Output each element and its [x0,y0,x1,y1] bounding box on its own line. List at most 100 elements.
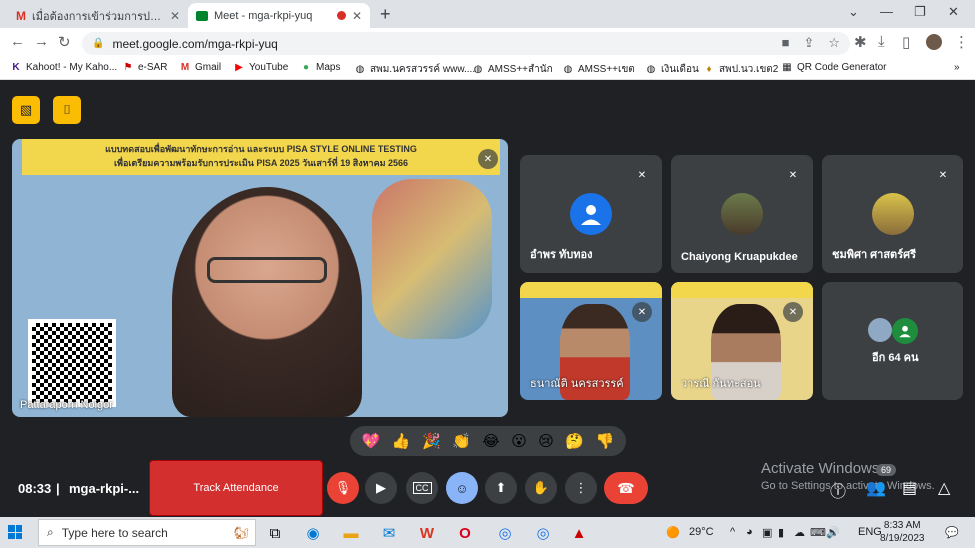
pdf-reader-icon[interactable]: ▲ [568,522,590,544]
notifications-icon[interactable]: 💬 [945,526,959,539]
emoji-button[interactable]: ☺ [446,472,478,504]
participant-name: อำพร ทับทอง [530,249,593,261]
share-icon[interactable]: ⇪ [803,35,814,51]
mic-off-button[interactable]: 🎙 [327,472,359,504]
back-icon[interactable]: ← [10,33,25,50]
bookmark-item[interactable]: ▶ YouTube [233,62,288,73]
sidebar-icon[interactable]: ▯ [902,33,910,51]
bookmark-label: Gmail [195,62,222,73]
taskbar-search-input[interactable]: ⌕ Type here to search 🐿 [38,519,256,546]
extensions-icon[interactable]: ✱ [854,33,867,51]
camera-icon[interactable]: ■ [782,35,790,51]
bookmark-item[interactable]: ◍ สพม.นครสวรรค์ www.... [354,62,476,77]
profile-avatar[interactable] [926,34,942,50]
main-speaker-video[interactable]: แบบทดสอบเพื่อพัฒนาทักษะการอ่าน และระบบ P… [12,139,508,417]
info-icon[interactable]: ⓘ [830,478,846,502]
bookmark-item[interactable]: ◍ เงินเดือน [645,62,699,77]
bookmark-label: YouTube [249,62,289,73]
task-view-icon[interactable]: ⧉ [264,522,286,544]
party-reaction[interactable]: 🎉 [422,432,441,450]
wps-office-icon[interactable]: W [416,522,438,544]
tab-gmail[interactable]: M เมื่อต้องการเข้าร่วมการประชุมทางวิดีโอ… [8,3,188,28]
track-attendance-button[interactable]: Track Attendance [149,460,323,516]
thinking-reaction[interactable]: 🤔 [565,432,584,450]
more-menu-icon[interactable]: ⋮ [954,33,969,51]
video-banner [671,282,813,298]
close-tab-icon[interactable]: ✕ [170,9,180,23]
door-icon[interactable]: ⌷ [53,96,81,124]
language-indicator[interactable]: ENG [858,526,882,538]
chrome-icon[interactable]: ◎ [532,522,554,544]
more-participants-tile[interactable]: อีก 64 คน [822,282,963,400]
tab-meet[interactable]: Meet - mga-rkpi-yuq ✕ [188,3,370,28]
participant-video[interactable]: ✕ วารณี กันทะสอน [671,282,813,400]
forward-icon[interactable]: → [34,33,49,50]
meeting-code: mga-rkpi-... [69,481,140,496]
download-icon[interactable]: ⤓ [878,33,885,50]
chevron-down-icon[interactable]: ⌄ [848,4,859,20]
windows-start-icon[interactable] [8,525,22,539]
bookmark-item[interactable]: ◍ AMSS++เขต [562,62,635,77]
onedrive-icon[interactable]: ☁ [794,526,805,539]
participant-tile[interactable]: ✕ ชมพิศา ศาสตร์ศรี [822,155,963,273]
tray-chevron-icon[interactable]: ^ [730,526,735,538]
chrome-icon[interactable]: ◎ [494,522,516,544]
present-button[interactable]: ⬆ [485,472,517,504]
close-tab-icon[interactable]: ✕ [352,9,362,23]
reload-icon[interactable]: ↻ [58,33,71,51]
mic-off-icon: ✕ [478,149,498,169]
bookmark-item[interactable]: ⚑ e-SAR [122,62,168,73]
battery-icon[interactable]: ▮ [778,526,784,539]
camera-button[interactable]: ▶ [365,472,397,504]
thumbs-up-reaction[interactable]: 👍 [392,432,411,450]
close-window-icon[interactable]: ✕ [948,4,959,20]
thumbs-down-reaction[interactable]: 👎 [595,432,614,450]
star-icon[interactable]: ☆ [828,35,840,51]
globe-icon: ◍ [646,64,656,75]
participant-name: Chaiyong Kruapukdee [681,251,798,263]
phone-hangup-icon: ☎ [617,479,635,496]
new-tab-icon[interactable]: + [380,4,391,25]
restore-icon[interactable]: ❐ [914,4,926,20]
edge-icon[interactable]: ◉ [302,522,324,544]
no-video-icon[interactable]: ▧ [12,96,40,124]
bookmark-item[interactable]: M Gmail [179,62,221,73]
bookmark-item[interactable]: ● Maps [300,62,340,73]
file-explorer-icon[interactable]: ▬ [340,522,362,544]
leave-call-button[interactable]: ☎ [604,472,648,504]
tab-title: Meet - mga-rkpi-yuq [214,9,313,22]
opera-icon[interactable]: O [454,522,476,544]
url-bar[interactable]: 🔒 meet.google.com/mga-rkpi-yuq ■ ⇪ ☆ [82,32,850,55]
participant-video[interactable]: ✕ ธนาณัติ นครสวรรค์ [520,282,662,400]
laugh-reaction[interactable]: 😂 [482,432,500,450]
esar-icon: ⚑ [123,62,133,73]
bookmark-item[interactable]: ◍ AMSS++สำนัก [472,62,553,77]
system-clock[interactable]: 8:33 AM 8/19/2023 [880,519,925,545]
heart-reaction[interactable]: 💖 [362,432,381,450]
minimize-icon[interactable]: — [880,4,893,19]
bookmark-label: AMSS++เขต [578,64,635,75]
surprised-reaction[interactable]: 😮 [511,432,527,450]
bookmark-item[interactable]: K Kahoot! - My Kaho... [10,62,117,73]
captions-button[interactable]: CC [406,472,438,504]
mail-icon[interactable]: ✉ [378,522,400,544]
more-options-button[interactable]: ⋮ [565,472,597,504]
bookmark-item[interactable]: ♦ สพป.นว.เขต2 [703,62,778,77]
sad-reaction[interactable]: 😢 [538,432,554,450]
participant-tile[interactable]: ✕ Chaiyong Kruapukdee [671,155,813,273]
bookmarks-overflow-icon[interactable]: » [954,62,960,73]
people-icon[interactable]: 👥 [866,478,886,498]
tray-app-icon[interactable]: ◕ [746,526,753,538]
line-icon[interactable]: ▣ [762,526,772,539]
volume-icon[interactable]: 🔊 [826,526,840,539]
participant-tile[interactable]: ✕ อำพร ทับทอง [520,155,662,273]
clap-reaction[interactable]: 👏 [452,432,471,450]
activities-icon[interactable]: △ [938,478,950,498]
chat-icon[interactable]: ▤ [902,478,917,498]
raise-hand-button[interactable]: ✋ [525,472,557,504]
globe-icon: ◍ [473,64,483,75]
bookmark-item[interactable]: ▦ QR Code Generator [781,62,886,73]
network-icon[interactable]: ⌨ [810,526,826,539]
weather-icon[interactable]: 🟠 [666,526,680,539]
participant-name: วารณี กันทะสอน [681,378,761,390]
